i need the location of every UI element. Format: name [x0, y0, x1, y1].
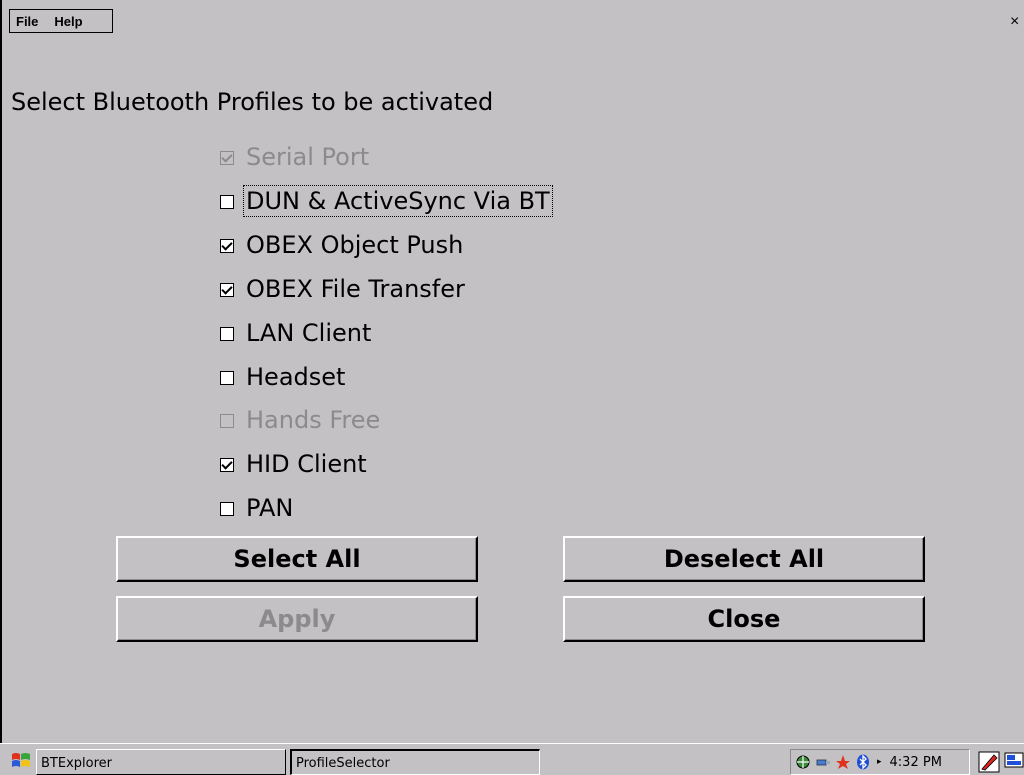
profile-pan[interactable]: PAN — [220, 491, 295, 525]
checkbox-icon[interactable] — [220, 371, 234, 385]
start-icon[interactable] — [10, 750, 32, 770]
profile-label: Headset — [246, 363, 346, 391]
profile-label: DUN & ActiveSync Via BT — [243, 185, 553, 217]
apply-button[interactable]: Apply — [116, 596, 478, 642]
network-icon[interactable] — [795, 754, 811, 770]
clock[interactable]: 4:32 PM — [890, 755, 942, 770]
profile-obex-file-transfer[interactable]: OBEX File Transfer — [220, 272, 467, 306]
profile-label: OBEX Object Push — [246, 231, 464, 259]
checkbox-icon[interactable] — [220, 458, 234, 472]
select-all-button[interactable]: Select All — [116, 536, 478, 582]
checkbox-icon[interactable] — [220, 327, 234, 341]
system-tray: ▸ 4:32 PM — [790, 749, 970, 775]
taskbar-profileselector[interactable]: ProfileSelector — [290, 749, 540, 775]
checkbox-icon[interactable] — [220, 283, 234, 297]
page-title: Select Bluetooth Profiles to be activate… — [11, 88, 494, 116]
profile-label: HID Client — [246, 450, 367, 478]
desktop-icon[interactable] — [1004, 751, 1024, 773]
profile-label: Hands Free — [246, 406, 381, 434]
profile-label: Serial Port — [246, 143, 370, 171]
task-label: BTExplorer — [41, 756, 112, 771]
usb-icon[interactable] — [815, 754, 831, 770]
bluetooth-icon[interactable] — [855, 754, 871, 770]
profile-label: PAN — [246, 494, 294, 522]
menu-help[interactable]: Help — [54, 14, 82, 29]
task-label: ProfileSelector — [296, 756, 390, 771]
checkbox-icon[interactable] — [220, 239, 234, 253]
profile-hands-free[interactable]: Hands Free — [220, 403, 382, 437]
tray-expand-icon[interactable]: ▸ — [877, 757, 882, 767]
checkbox-icon[interactable] — [220, 151, 234, 165]
profile-label: OBEX File Transfer — [246, 275, 465, 303]
checkbox-icon[interactable] — [220, 195, 234, 209]
close-icon[interactable]: × — [1010, 11, 1024, 33]
checkbox-icon[interactable] — [220, 502, 234, 516]
profile-label: LAN Client — [246, 319, 372, 347]
menu-bar: File Help — [9, 9, 113, 33]
profile-serial-port[interactable]: Serial Port — [220, 140, 371, 174]
pen-icon[interactable] — [978, 751, 1000, 773]
profile-obex-object-push[interactable]: OBEX Object Push — [220, 228, 465, 262]
checkbox-icon[interactable] — [220, 414, 234, 428]
close-button[interactable]: Close — [563, 596, 925, 642]
taskbar-btexplorer[interactable]: BTExplorer — [36, 749, 286, 775]
menu-file[interactable]: File — [16, 14, 38, 29]
profile-lan-client[interactable]: LAN Client — [220, 316, 373, 350]
profile-dun-activesync[interactable]: DUN & ActiveSync Via BT — [220, 184, 553, 218]
taskbar: BTExplorer ProfileSelector ▸ 4:32 PM — [0, 743, 1024, 775]
profile-headset[interactable]: Headset — [220, 360, 347, 394]
profile-hid-client[interactable]: HID Client — [220, 447, 369, 481]
flash-icon[interactable] — [835, 754, 851, 770]
deselect-all-button[interactable]: Deselect All — [563, 536, 925, 582]
